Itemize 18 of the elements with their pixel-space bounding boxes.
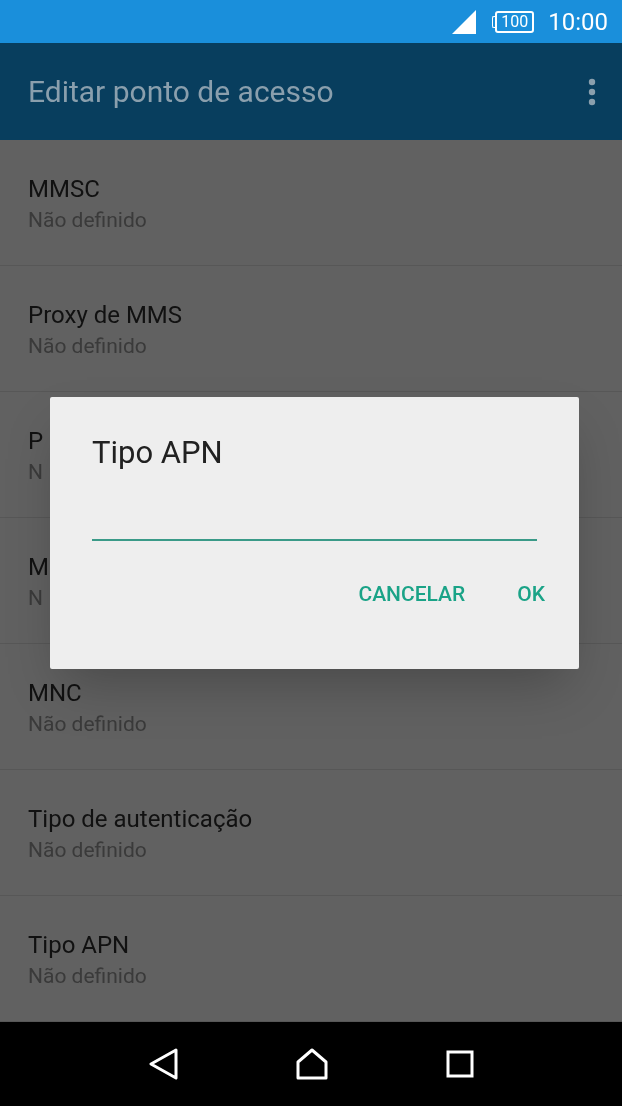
setting-title: MMSC [28, 173, 100, 205]
app-bar-title: Editar ponto de acesso [28, 73, 334, 111]
setting-title: Tipo APN [28, 929, 130, 961]
setting-title: P [28, 425, 44, 457]
setting-title: MNC [28, 677, 82, 709]
dialog-title: Tipo APN [92, 433, 224, 473]
setting-title: Tipo de autenticação [28, 803, 253, 835]
recent-apps-icon[interactable] [445, 1050, 474, 1078]
clock: 10:00 [548, 6, 608, 38]
battery-indicator: 100 [495, 10, 535, 33]
signal-icon [452, 9, 479, 34]
dialog-button[interactable]: OK [501, 571, 561, 619]
more-options-icon[interactable] [588, 77, 596, 106]
setting-title: Proxy de MMS [28, 299, 183, 331]
setting-title: M [28, 551, 49, 583]
home-icon[interactable] [295, 1048, 329, 1080]
back-icon[interactable] [148, 1048, 179, 1080]
dialog-button[interactable]: CANCELAR [342, 571, 482, 619]
